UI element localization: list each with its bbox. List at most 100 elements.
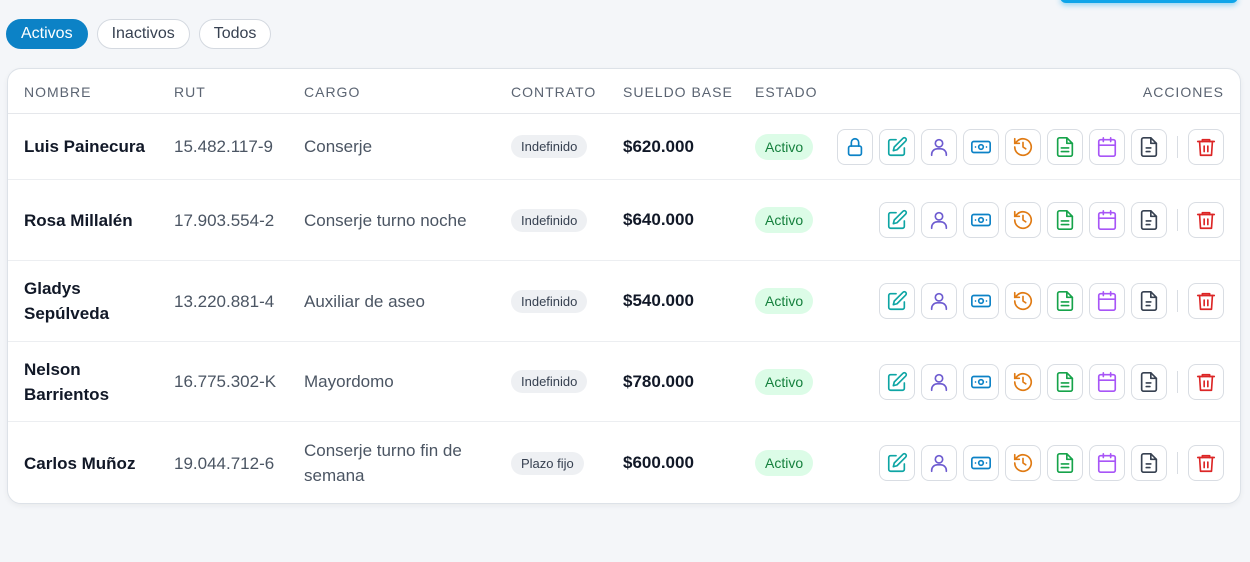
top-accent-bar xyxy=(1060,0,1238,3)
contrato-cell: Indefinido xyxy=(511,342,588,421)
document-button[interactable] xyxy=(1047,445,1083,481)
filter-activos[interactable]: Activos xyxy=(6,19,88,49)
actions-divider xyxy=(1177,452,1178,474)
edit-button[interactable] xyxy=(879,283,915,319)
contrato-cell: Indefinido xyxy=(511,180,588,260)
file-button[interactable] xyxy=(1131,128,1167,165)
table-row: Rosa Millalén 17.903.554-2 Conserje turno … xyxy=(8,180,1240,261)
history-button[interactable] xyxy=(1005,128,1041,165)
edit-icon xyxy=(887,371,908,391)
trash-icon xyxy=(1196,292,1216,311)
edit-icon xyxy=(887,290,908,311)
actions-divider xyxy=(1177,209,1178,231)
status-filter-group: Activos Inactivos Todos xyxy=(6,19,272,49)
profile-button[interactable] xyxy=(921,128,957,165)
file-button[interactable] xyxy=(1131,363,1167,400)
document-button[interactable] xyxy=(1047,202,1083,238)
contrato-cell: Indefinido xyxy=(511,261,588,341)
salary-button[interactable] xyxy=(963,128,999,165)
estado-cell: Activo xyxy=(755,342,814,421)
trash-icon xyxy=(1196,454,1216,473)
trash-icon xyxy=(1196,373,1216,391)
header-estado: ESTADO xyxy=(755,84,818,100)
employee-name: Nelson Barrientos xyxy=(24,359,110,404)
edit-button[interactable] xyxy=(879,202,915,238)
delete-button[interactable] xyxy=(1188,128,1224,165)
profile-button[interactable] xyxy=(921,445,957,481)
calendar-icon xyxy=(1097,210,1117,230)
history-icon xyxy=(1013,372,1033,391)
header-rut: RUT xyxy=(174,84,206,100)
salary-button[interactable] xyxy=(963,283,999,319)
file-button[interactable] xyxy=(1131,202,1167,238)
user-icon xyxy=(930,292,948,311)
document-icon xyxy=(1056,453,1074,473)
trash-icon xyxy=(1196,211,1216,230)
sueldo-base: $540.000 xyxy=(623,291,694,310)
cash-icon xyxy=(971,375,991,388)
sueldo-base: $780.000 xyxy=(623,371,694,391)
document-icon xyxy=(1056,210,1074,230)
calendar-button[interactable] xyxy=(1089,283,1125,319)
employee-name: Carlos Muñoz xyxy=(24,453,136,473)
estado-cell: Activo xyxy=(755,261,814,341)
document-icon xyxy=(1056,291,1074,311)
delete-button[interactable] xyxy=(1188,202,1224,238)
history-button[interactable] xyxy=(1005,202,1041,238)
user-icon xyxy=(930,138,948,156)
salary-button[interactable] xyxy=(963,445,999,481)
user-icon xyxy=(930,454,948,473)
file-text-icon xyxy=(1140,453,1158,473)
document-button[interactable] xyxy=(1047,128,1083,165)
cash-icon xyxy=(971,294,991,308)
salary-button[interactable] xyxy=(963,363,999,400)
file-text-icon xyxy=(1140,210,1158,230)
history-button[interactable] xyxy=(1005,283,1041,319)
history-icon xyxy=(1013,291,1033,311)
document-icon xyxy=(1056,136,1074,157)
file-button[interactable] xyxy=(1131,283,1167,319)
estado-cell: Activo xyxy=(755,114,814,179)
row-actions xyxy=(879,180,1224,260)
calendar-button[interactable] xyxy=(1089,445,1125,481)
history-button[interactable] xyxy=(1005,445,1041,481)
salary-button[interactable] xyxy=(963,202,999,238)
profile-button[interactable] xyxy=(921,283,957,319)
document-button[interactable] xyxy=(1047,283,1083,319)
calendar-button[interactable] xyxy=(1089,363,1125,400)
header-cargo: CARGO xyxy=(304,84,361,100)
history-button[interactable] xyxy=(1005,363,1041,400)
row-actions xyxy=(879,422,1224,503)
history-icon xyxy=(1013,453,1033,473)
profile-button[interactable] xyxy=(921,202,957,238)
lock-button[interactable] xyxy=(837,128,873,165)
document-button[interactable] xyxy=(1047,363,1083,400)
delete-button[interactable] xyxy=(1188,363,1224,400)
delete-button[interactable] xyxy=(1188,445,1224,481)
contrato-cell: Plazo fijo xyxy=(511,422,584,503)
sueldo-base: $640.000 xyxy=(623,210,694,229)
file-button[interactable] xyxy=(1131,445,1167,481)
delete-button[interactable] xyxy=(1188,283,1224,319)
employee-rut: 13.220.881-4 xyxy=(174,291,275,311)
profile-button[interactable] xyxy=(921,363,957,400)
table-row: Luis Painecura 15.482.117-9 Conserje Indefi… xyxy=(8,114,1240,180)
cash-icon xyxy=(971,213,991,227)
employee-cargo: Conserje xyxy=(304,137,373,156)
table-row: Carlos Muñoz 19.044.712-6 Conserje turno f… xyxy=(8,422,1240,503)
actions-divider xyxy=(1177,135,1178,158)
document-icon xyxy=(1056,371,1074,392)
history-icon xyxy=(1013,210,1033,230)
employee-cargo: Mayordomo xyxy=(304,372,394,391)
edit-button[interactable] xyxy=(879,128,915,165)
filter-todos[interactable]: Todos xyxy=(198,19,272,49)
header-nombre: NOMBRE xyxy=(24,84,92,100)
calendar-button[interactable] xyxy=(1089,128,1125,165)
filter-inactivos[interactable]: Inactivos xyxy=(96,19,190,49)
edit-button[interactable] xyxy=(879,363,915,400)
actions-divider xyxy=(1177,290,1178,312)
edit-button[interactable] xyxy=(879,445,915,481)
edit-icon xyxy=(887,136,908,156)
file-text-icon xyxy=(1140,371,1158,392)
calendar-button[interactable] xyxy=(1089,202,1125,238)
